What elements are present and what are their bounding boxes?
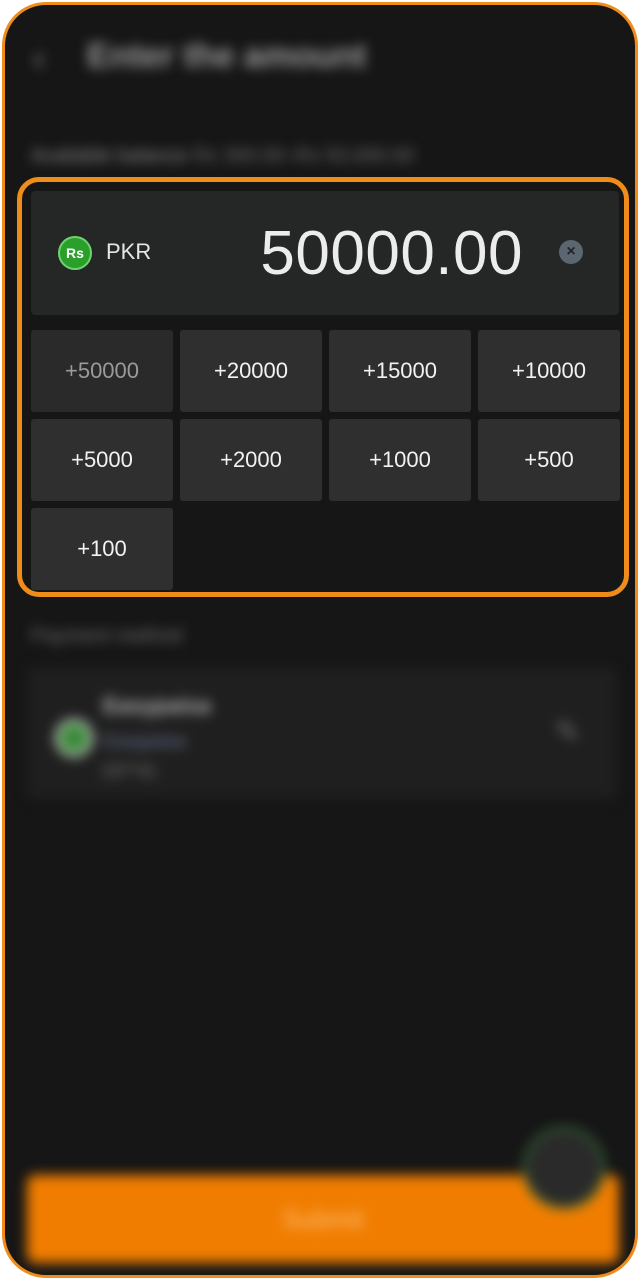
payment-provider-icon [55, 719, 93, 757]
clear-icon[interactable]: × [559, 240, 583, 264]
pencil-icon[interactable]: ✎ [555, 717, 587, 749]
amount-section: Rs PKR 50000.00 × +50000 +20000 +15000 +… [17, 177, 629, 597]
available-balance: Available balance Rs 300.00–Rs 50,000.00 [31, 145, 414, 168]
quick-amount-button[interactable]: +5000 [31, 419, 173, 501]
quick-amount-button[interactable]: +20000 [180, 330, 322, 412]
balance-label: Available balance [31, 145, 188, 167]
floating-support-button[interactable] [523, 1127, 605, 1209]
payment-method-type: Easypaisa [103, 731, 187, 751]
quick-amount-button[interactable]: +500 [478, 419, 620, 501]
payment-method-label: Payment method [31, 625, 183, 647]
quick-amount-button[interactable]: +50000 [31, 330, 173, 412]
phone-frame: ‹ Enter the amount Available balance Rs … [2, 2, 638, 1278]
payment-method-name: Easypaisa [103, 693, 211, 718]
quick-amount-grid: +50000 +20000 +15000 +10000 +5000 +2000 … [31, 330, 621, 590]
quick-amount-button[interactable]: +2000 [180, 419, 322, 501]
balance-value: Rs 300.00–Rs 50,000.00 [192, 145, 415, 167]
quick-amount-button[interactable]: +10000 [478, 330, 620, 412]
amount-value[interactable]: 50000.00 [260, 218, 523, 289]
rupee-icon: Rs [58, 236, 92, 270]
quick-amount-button[interactable]: +1000 [329, 419, 471, 501]
header: ‹ Enter the amount [5, 5, 635, 115]
back-arrow-icon[interactable]: ‹ [33, 40, 57, 76]
payment-method-card[interactable]: Easypaisa Easypaisa 03**41 ✎ [27, 667, 617, 799]
amount-input-box[interactable]: Rs PKR 50000.00 × [31, 191, 619, 315]
payment-account-number: 03**41 [103, 761, 158, 781]
quick-amount-button[interactable]: +15000 [329, 330, 471, 412]
quick-amount-button[interactable]: +100 [31, 508, 173, 590]
currency-code: PKR [106, 239, 152, 264]
page-title: Enter the amount [87, 37, 367, 75]
